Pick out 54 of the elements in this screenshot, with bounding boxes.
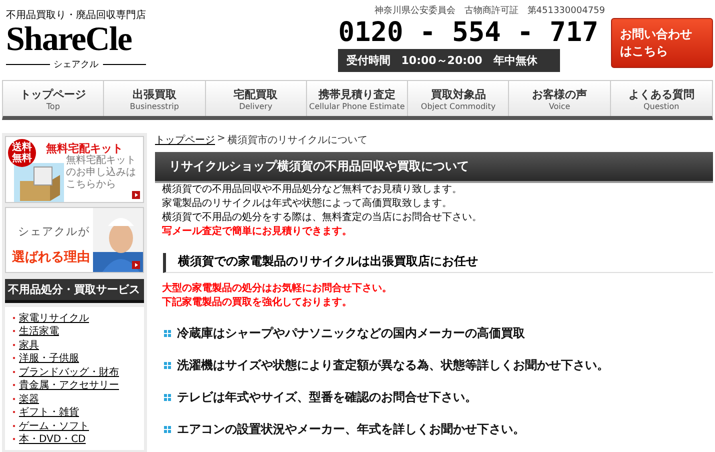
nav-item[interactable]: トップページ Top bbox=[3, 81, 104, 116]
tagline: 不用品買取り・廃品回収専門店 bbox=[6, 8, 146, 22]
license-text: 神奈川県公安委員会 古物商許可証 第451330004759 bbox=[374, 4, 605, 17]
page-title: リサイクルショップ横須賀の不用品回収や買取について bbox=[155, 152, 713, 183]
nav-item[interactable]: お客様の声 Voice bbox=[509, 81, 611, 116]
delivery-kit-banner[interactable]: 送料 無料 無料宅配キット 無料宅配キットのお申し込みはこちらから bbox=[5, 136, 144, 202]
logo[interactable]: ShareCle bbox=[6, 22, 146, 58]
service-link[interactable]: 楽器 bbox=[19, 392, 39, 406]
reason-banner[interactable]: シェアクルが 選ばれる理由 bbox=[5, 206, 144, 273]
phone-number: 0120 - 554 - 717 bbox=[338, 17, 598, 49]
service-link[interactable]: 本・DVD・CD bbox=[19, 432, 86, 446]
business-hours: 受付時間 10:00～20:00 年中無休 bbox=[338, 49, 560, 72]
service-link[interactable]: 貴金属・アクセサリー bbox=[19, 378, 119, 392]
service-link[interactable]: ゲーム・ソフト bbox=[19, 418, 89, 433]
service-link[interactable]: 生活家電 bbox=[19, 324, 59, 338]
service-link[interactable]: ギフト・雑貨 bbox=[19, 405, 79, 420]
nav-item[interactable]: 宅配買取 Delivery bbox=[206, 81, 307, 116]
paragraph: 横須賀での不用品回収や不用品処分など無料でお見積り致します。 bbox=[162, 183, 463, 197]
service-link[interactable]: 家電リサイクル bbox=[19, 310, 89, 325]
bullet-icon bbox=[164, 394, 171, 401]
cardboard-box-icon bbox=[14, 163, 64, 202]
bullet-text: エアコンの設置状況やメーカー、年式を詳しくお聞かせ下さい。 bbox=[177, 421, 525, 438]
arrow-icon bbox=[132, 261, 140, 269]
bullet-icon bbox=[164, 330, 171, 337]
banner-text: 無料宅配キットのお申し込みはこちらから bbox=[66, 155, 137, 191]
bullet-icon bbox=[164, 426, 171, 433]
paragraph: 写メール査定で簡単にお見積りできます。 bbox=[162, 225, 353, 239]
breadcrumb-link[interactable]: トップページ bbox=[155, 133, 215, 147]
free-shipping-badge: 送料 無料 bbox=[8, 139, 36, 167]
service-link[interactable]: 洋服・子供服 bbox=[19, 351, 79, 366]
notice-text: 下記家電製品の買取を強化しております。 bbox=[162, 296, 353, 310]
nav-item[interactable]: よくある質問 Question bbox=[610, 81, 712, 116]
bullet-text: 冷蔵庫はシャープやパナソニックなどの国内メーカーの高価買取 bbox=[177, 325, 525, 342]
bullet-text: 洗濯機はサイズや状態により査定額が異なる為、状態等詳しくお聞かせ下さい。 bbox=[177, 357, 609, 374]
breadcrumb-current: 横須賀市のリサイクルについて bbox=[227, 134, 368, 147]
banner-title: 選ばれる理由 bbox=[12, 248, 90, 266]
paragraph: 横須賀で不用品の処分をする際は、無料査定の当店にお問合せ下さい。 bbox=[162, 211, 483, 225]
contact-button[interactable]: お問い合わせ はこちら bbox=[611, 18, 713, 68]
bullet-text: テレビは年式やサイズ、型番を確認のお問合せ下さい。 bbox=[177, 389, 477, 406]
nav-item[interactable]: 出張買取 Businesstrip bbox=[104, 81, 206, 116]
notice-text: 大型の家電製品の処分はお気軽にお問合せ下さい。 bbox=[162, 282, 393, 296]
service-link[interactable]: 家具 bbox=[19, 338, 39, 352]
arrow-icon bbox=[132, 190, 140, 198]
breadcrumb-separator: > bbox=[217, 133, 226, 146]
banner-title: 無料宅配キット bbox=[46, 141, 123, 155]
section-heading: 横須賀での家電製品のリサイクルは出張買取店にお任せ bbox=[163, 253, 713, 273]
section-heading: 不用品処分・買取サービス bbox=[5, 279, 144, 303]
service-link[interactable]: ブランドバッグ・財布 bbox=[19, 364, 119, 379]
nav-item[interactable]: 買取対象品 Object Commodity bbox=[408, 81, 510, 116]
bullet-icon bbox=[164, 362, 171, 369]
logo-subtitle: シェアクル bbox=[54, 59, 98, 71]
nav-item[interactable]: 携帯見積り査定 Cellular Phone Estimate bbox=[306, 81, 408, 116]
banner-text: シェアクルが bbox=[18, 224, 90, 238]
paragraph: 家電製品のリサイクルは年式や状態によって高価買取致します。 bbox=[162, 197, 453, 211]
